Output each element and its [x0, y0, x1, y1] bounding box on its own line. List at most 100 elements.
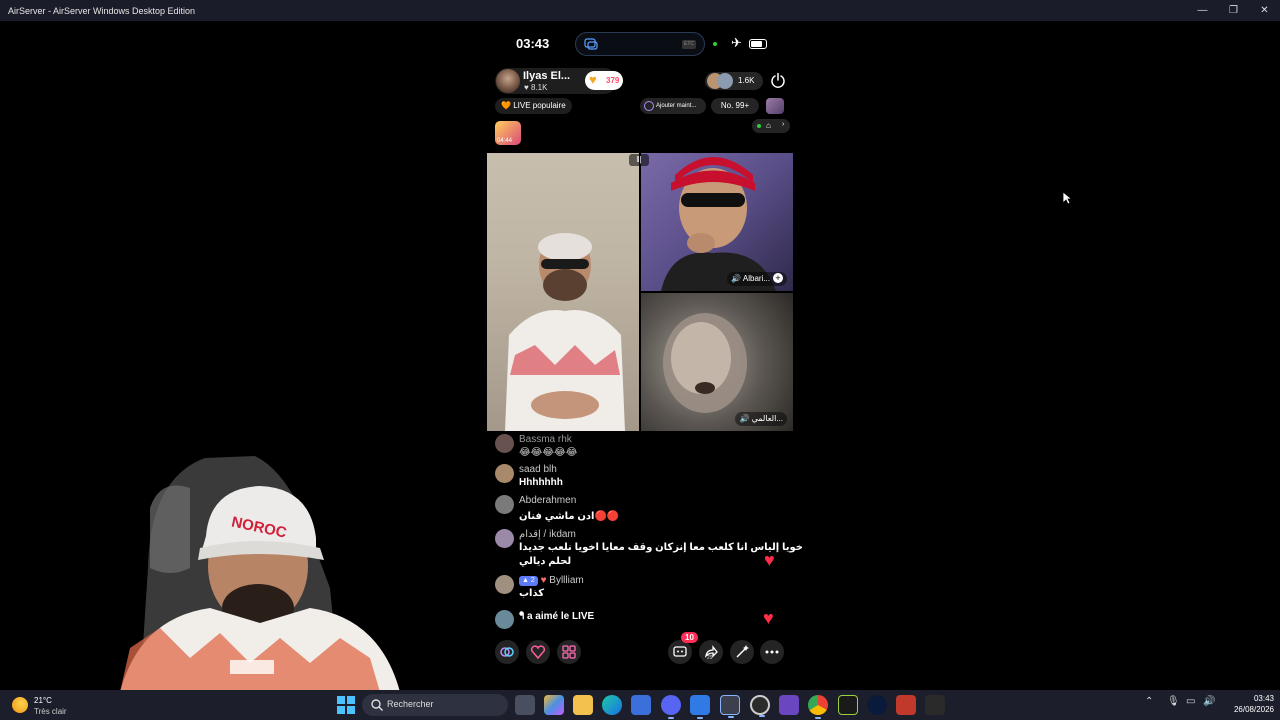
weather-desc: Très clair: [34, 707, 67, 716]
fan-heart-icon: ♥: [540, 575, 547, 586]
system-clock[interactable]: 03:43 26/08/2026: [1222, 693, 1274, 715]
commenter-avatar[interactable]: [495, 434, 514, 453]
share-count: 29: [707, 655, 713, 661]
live-popular-label: LIVE populaire: [513, 101, 566, 110]
gamepad-icon[interactable]: [779, 695, 799, 715]
guest-video-1[interactable]: 🔊 Albari... +: [641, 153, 793, 291]
level-number: 2: [530, 577, 535, 584]
host-video[interactable]: [487, 153, 639, 431]
airserver-icon[interactable]: [720, 695, 740, 718]
host-likes: ♥ 8.1K: [524, 83, 548, 92]
task-view-icon[interactable]: [515, 695, 535, 715]
maximize-button[interactable]: ❐: [1218, 0, 1249, 21]
comment-text: 😂😂😂😂😂: [519, 447, 578, 458]
app-icon[interactable]: [838, 695, 858, 715]
commenter-name[interactable]: إقدام / ikdam: [519, 529, 576, 540]
comment-item[interactable]: Bassma rhk 😂😂😂😂😂: [495, 434, 785, 458]
search-placeholder: Rechercher: [387, 699, 434, 709]
comment-item[interactable]: ▲ 2 ♥ Byllliam كذاب: [495, 575, 785, 603]
guest-1-label[interactable]: 🔊 Albari... +: [727, 272, 787, 286]
rank-crown-icon[interactable]: [766, 98, 784, 114]
tray-chevron-up-icon[interactable]: ⌃: [1145, 696, 1153, 707]
commenter-avatar[interactable]: [495, 464, 514, 483]
audio-bars-icon[interactable]: ‖|: [629, 154, 649, 166]
commenter-avatar[interactable]: [495, 610, 514, 629]
taskbar-search[interactable]: Rechercher: [362, 694, 508, 716]
chevron-right-icon: ›: [782, 121, 785, 128]
share-button[interactable]: 29: [699, 640, 723, 664]
match-button[interactable]: [526, 640, 550, 664]
comment-item[interactable]: ᖳ a aimé le LIVE: [495, 610, 785, 630]
commenter-name[interactable]: saad blh: [519, 464, 557, 475]
rank-badge[interactable]: No. 99+: [711, 98, 759, 114]
like-event-text: ᖳ a aimé le LIVE: [519, 611, 594, 622]
power-icon[interactable]: [770, 72, 786, 88]
more-icon: [765, 650, 779, 654]
clock-time: 03:43: [1253, 694, 1274, 703]
comment-feed[interactable]: Bassma rhk 😂😂😂😂😂 saad blh Hhhhhhh Abdera…: [487, 434, 803, 634]
microphone-icon[interactable]: 🎙: [1167, 696, 1180, 707]
host-info[interactable]: Ilyas El... ♥ 8.1K ♥ 379: [495, 68, 623, 94]
comment-item[interactable]: إقدام / ikdam خويا إلياس انا كلعب معا إن…: [495, 529, 803, 571]
status-clock: 03:43: [516, 36, 550, 51]
add-button[interactable]: Ajouter maint...: [640, 98, 706, 114]
viewer-list[interactable]: 1.6K: [705, 72, 763, 90]
live-popular-badge[interactable]: 🧡 LIVE populaire: [495, 98, 572, 114]
gift-box-icon[interactable]: 04:44: [495, 121, 521, 145]
obs-icon[interactable]: [750, 695, 770, 717]
edge-icon[interactable]: [602, 695, 622, 715]
guest-1-name: Albari...: [742, 274, 770, 283]
discord-icon[interactable]: [661, 695, 681, 719]
link-guest-button[interactable]: [495, 640, 519, 664]
weather-temp: 21°C: [34, 696, 52, 705]
guest-video-2[interactable]: 🔊 العالمي...: [641, 293, 793, 431]
phone-screen: 03:43 ETC ✈ Ilyas El... ♥ 8.1K ♥ 379 1.6…: [487, 22, 803, 690]
commenter-name[interactable]: Abderahmen: [519, 495, 576, 506]
file-explorer-icon[interactable]: [573, 695, 593, 715]
gift-count: 379: [606, 76, 620, 85]
commenter-name: Byllliam: [549, 575, 584, 586]
mail-icon[interactable]: [690, 695, 710, 719]
home-icon: ⌂: [766, 121, 771, 130]
status-bar: 03:43 ETC ✈: [487, 32, 793, 56]
effects-button[interactable]: [730, 640, 754, 664]
viewer-avatar: [717, 73, 733, 89]
mouse-cursor-icon: [1062, 191, 1072, 205]
app-icon-2[interactable]: [867, 695, 887, 715]
epic-games-icon[interactable]: [925, 695, 945, 715]
host-avatar[interactable]: [496, 69, 520, 93]
multi-guest-grid: ‖| 🔊 Albari... + 🔊 العالمي...: [487, 153, 793, 431]
home-shortcut[interactable]: ⌂ ›: [752, 119, 790, 133]
comment-text-line-2: لحلم ديالي: [519, 556, 572, 567]
guest-1-figure: [661, 157, 776, 291]
commenter-name[interactable]: Bassma rhk: [519, 434, 572, 445]
volume-icon[interactable]: 🔊: [1203, 696, 1215, 707]
screen-mirror-icon: [584, 38, 598, 50]
chrome-icon[interactable]: [808, 695, 828, 719]
magic-wand-icon: [736, 645, 749, 658]
guest-2-label[interactable]: 🔊 العالمي...: [735, 412, 787, 426]
host-video-figure: [505, 233, 625, 431]
windows-logo-icon: [337, 696, 345, 704]
messages-button[interactable]: [668, 640, 692, 664]
comment-item[interactable]: Abderahmen ادن ماشي فنان🔴🔴: [495, 495, 785, 525]
comment-text: Hhhhhhh: [519, 477, 563, 488]
copilot-icon[interactable]: [544, 695, 564, 715]
gift-button[interactable]: ♥ 379: [585, 71, 623, 90]
close-button[interactable]: ✕: [1249, 0, 1280, 21]
comment-item[interactable]: saad blh Hhhhhhh: [495, 464, 785, 492]
commenter-avatar[interactable]: [495, 495, 514, 514]
network-icon[interactable]: ▭: [1186, 696, 1195, 707]
app-icon-3[interactable]: [896, 695, 916, 715]
commenter-name-row[interactable]: ▲ 2 ♥ Byllliam: [519, 575, 584, 586]
more-button[interactable]: [760, 640, 784, 664]
apps-button[interactable]: [557, 640, 581, 664]
commenter-avatar[interactable]: [495, 575, 514, 594]
add-friend-icon[interactable]: +: [773, 273, 783, 283]
start-button[interactable]: [337, 696, 355, 714]
live-toolbar: 10 29: [487, 632, 793, 668]
store-icon[interactable]: [631, 695, 651, 715]
minimize-button[interactable]: —: [1187, 0, 1218, 21]
commenter-avatar[interactable]: [495, 529, 514, 548]
airplane-mode-icon: ✈: [731, 35, 742, 50]
